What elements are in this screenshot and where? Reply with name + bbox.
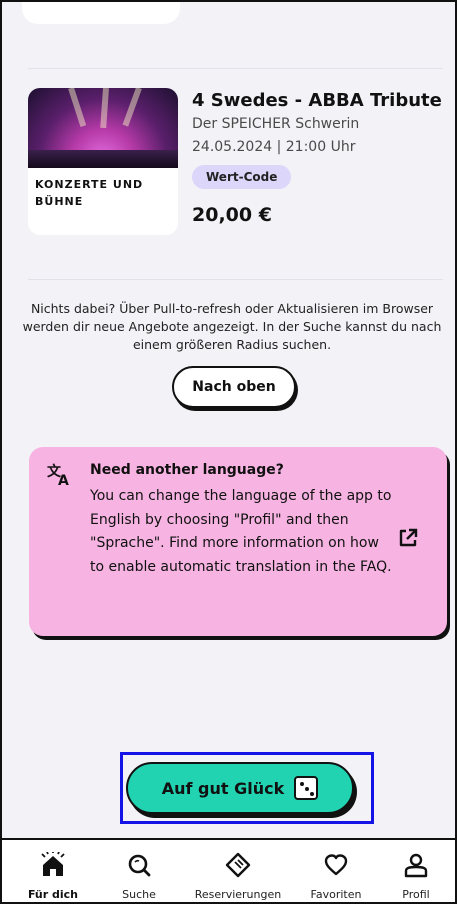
lucky-button[interactable]: Auf gut Glück	[126, 762, 354, 814]
nav-label: Favoriten	[310, 888, 362, 901]
svg-text:A: A	[58, 473, 69, 487]
nav-label: Profil	[402, 888, 430, 901]
translate-icon: 文 A	[47, 463, 73, 492]
nav-label: Reservierungen	[194, 888, 282, 901]
language-card-body: You can change the language of the app t…	[90, 488, 392, 575]
event-venue: Der SPEICHER Schwerin	[192, 116, 360, 132]
previous-card-fragment[interactable]	[22, 2, 180, 24]
search-icon	[128, 854, 151, 877]
event-datetime: 24.05.2024 | 21:00 Uhr	[192, 139, 356, 155]
ticket-icon	[225, 852, 251, 878]
back-to-top-button[interactable]: Nach oben	[172, 366, 296, 408]
value-code-badge: Wert-Code	[192, 165, 292, 189]
nav-label: Für dich	[27, 888, 79, 901]
nav-item-suche[interactable]: Suche	[106, 840, 172, 902]
divider	[28, 279, 443, 280]
nav-item-fuer-dich[interactable]: Für dich	[16, 840, 90, 902]
event-image	[28, 88, 178, 168]
event-category: KONZERTE UND BÜHNE	[35, 178, 144, 208]
language-info-card[interactable]: 文 A Need another language? You can chang…	[29, 447, 447, 636]
divider	[28, 68, 443, 69]
lucky-button-label: Auf gut Glück	[161, 778, 285, 798]
home-icon	[41, 852, 65, 876]
event-title[interactable]: 4 Swedes - ABBA Tribute	[192, 90, 442, 111]
language-card-title: Need another language?	[90, 462, 284, 478]
no-results-hint: Nichts dabei? Über Pull-to-refresh oder …	[22, 301, 442, 352]
nav-item-favoriten[interactable]: Favoriten	[300, 840, 372, 902]
heart-icon	[324, 854, 348, 876]
profile-icon	[404, 853, 428, 878]
dice-icon	[294, 776, 319, 800]
external-link-icon[interactable]	[397, 527, 419, 549]
nav-item-profil[interactable]: Profil	[386, 840, 446, 902]
nav-label: Suche	[122, 888, 156, 901]
event-price: 20,00 €	[192, 204, 272, 226]
event-thumbnail[interactable]: KONZERTE UND BÜHNE	[28, 88, 178, 235]
bottom-navigation: Für dich Suche Reservierungen Favoriten	[2, 838, 455, 902]
app-screen: KONZERTE UND BÜHNE 4 Swedes - ABBA Tribu…	[0, 0, 457, 904]
nav-item-reservierungen[interactable]: Reservierungen	[184, 840, 292, 902]
